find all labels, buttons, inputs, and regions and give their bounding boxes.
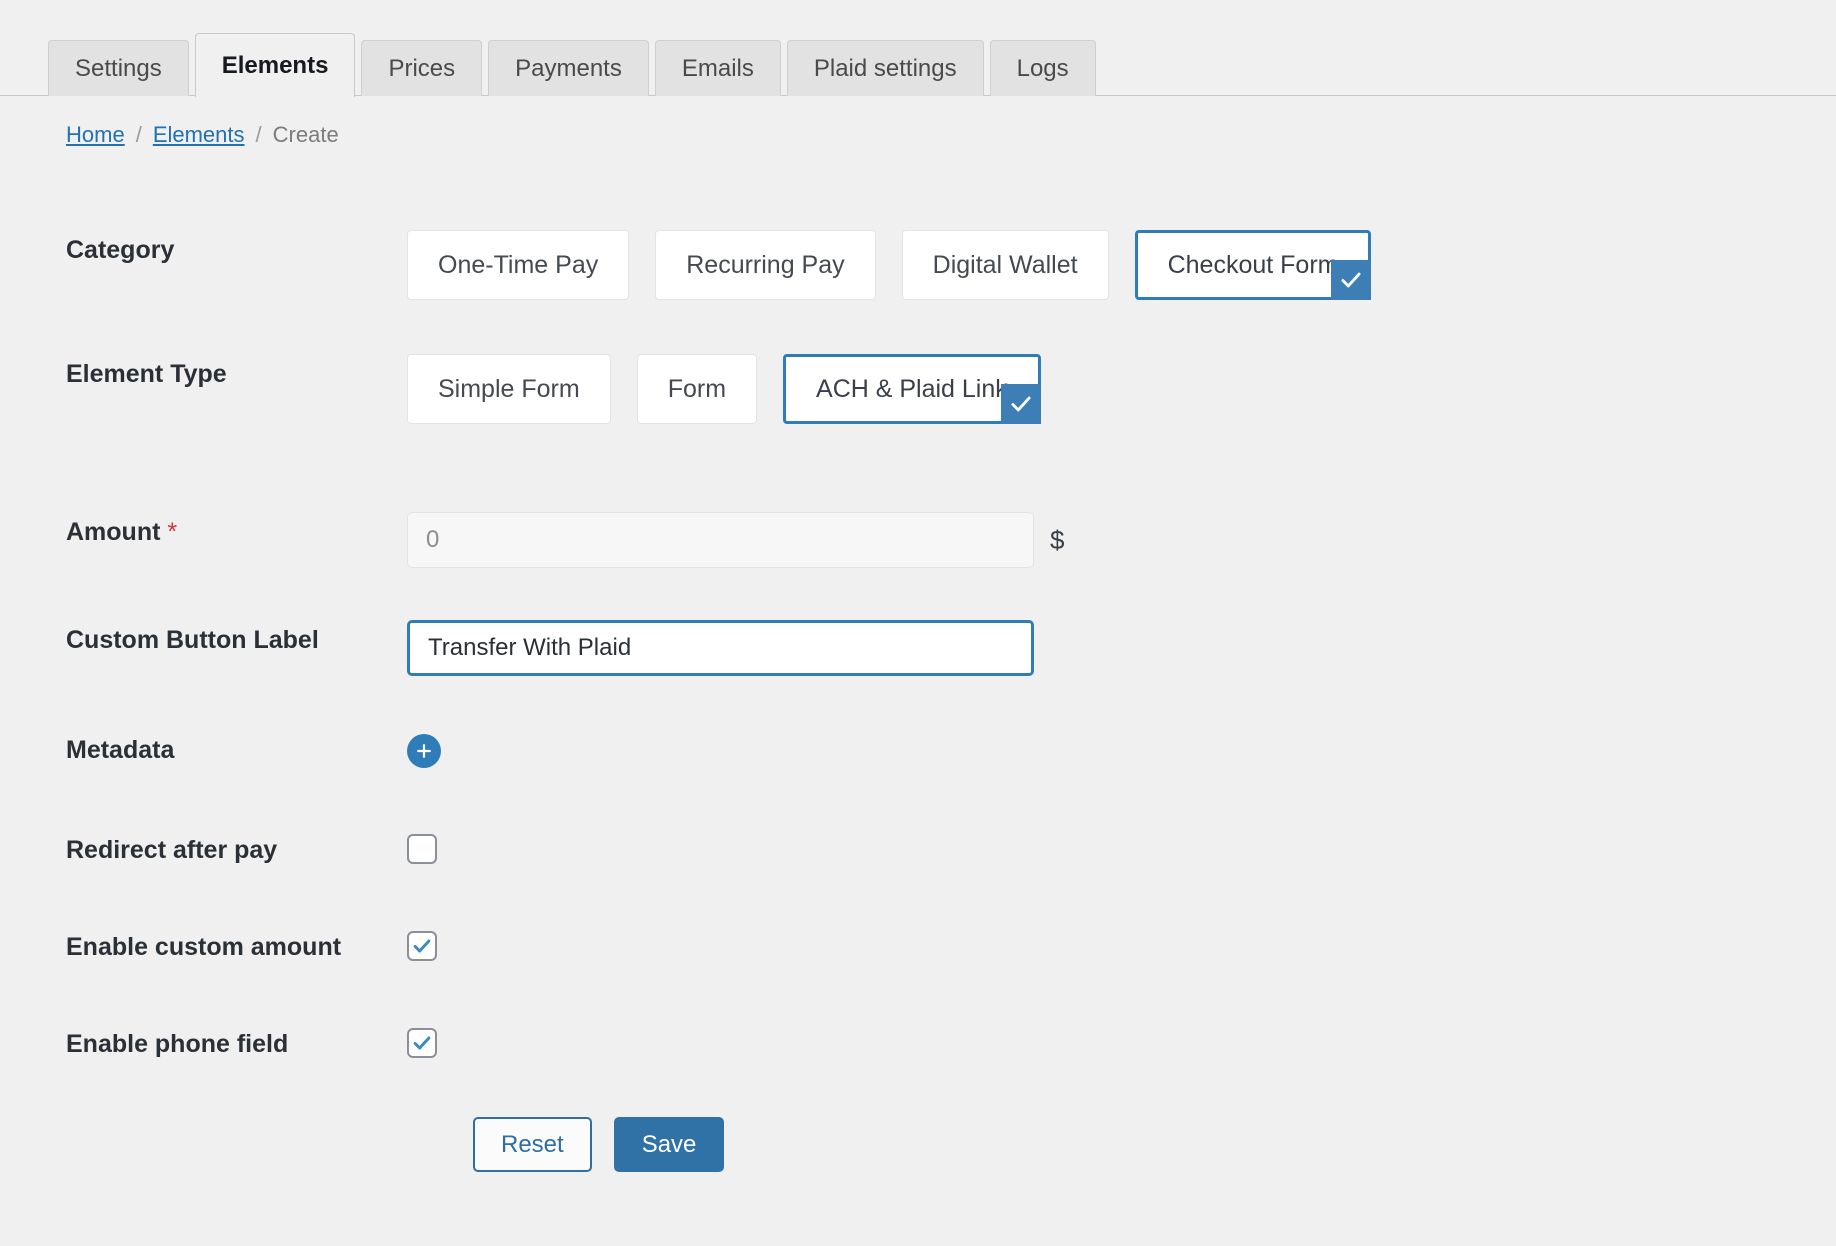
breadcrumb: Home / Elements / Create [0,96,1836,148]
tab-bar: Settings Elements Prices Payments Emails… [0,0,1836,97]
tab-label: Emails [681,54,754,82]
label-enable-phone-field: Enable phone field [66,1030,289,1058]
breadcrumb-separator: / [135,122,142,147]
element-type-options: Simple Form Form ACH & Plaid Link [407,354,1836,424]
choice-label: Checkout Form [1167,250,1339,279]
label-metadata: Metadata [66,736,175,764]
field-row-metadata: Metadata [66,730,1836,768]
field-row-enable-phone-field: Enable phone field [66,1024,1836,1059]
label-enable-custom-amount: Enable custom amount [66,933,342,961]
metadata-add-button[interactable] [407,734,441,768]
label-amount: Amount * [66,512,407,547]
tab-label: Prices [388,54,456,82]
category-option-checkout-form[interactable]: Checkout Form [1134,230,1372,300]
breadcrumb-link-elements[interactable]: Elements [153,122,245,148]
category-option-recurring-pay[interactable]: Recurring Pay [655,230,876,300]
currency-symbol: $ [1050,524,1065,555]
element-type-option-simple-form[interactable]: Simple Form [407,354,611,424]
tab-label: Settings [75,54,162,82]
label-redirect-after-pay: Redirect after pay [66,836,278,864]
tab-elements[interactable]: Elements [194,33,356,97]
field-row-amount: Amount * $ [66,512,1836,568]
checkmark-icon [1000,384,1041,424]
plus-icon [415,742,433,760]
choice-label: ACH & Plaid Link [816,374,1008,403]
tab-emails[interactable]: Emails [654,40,781,96]
choice-label: Recurring Pay [686,250,845,279]
category-option-digital-wallet[interactable]: Digital Wallet [901,230,1109,300]
choice-label: Digital Wallet [932,250,1078,279]
tab-label: Elements [221,51,329,79]
field-row-element-type: Element Type Simple Form Form ACH & Plai… [66,354,1836,424]
required-marker: * [167,518,178,546]
enable-custom-amount-checkbox[interactable] [407,931,437,961]
checkmark-icon [411,935,433,957]
checkmark-icon [1331,260,1372,300]
label-amount-text: Amount [66,518,161,546]
save-button[interactable]: Save [613,1117,725,1172]
label-custom-button-label: Custom Button Label [66,626,319,654]
checkmark-icon [411,1032,433,1054]
form-actions: Reset Save [66,1117,1836,1172]
custom-button-label-input[interactable] [407,620,1034,676]
field-row-category: Category One-Time Pay Recurring Pay Digi… [66,230,1836,300]
field-row-enable-custom-amount: Enable custom amount [66,927,1836,962]
category-option-one-time-pay[interactable]: One-Time Pay [407,230,630,300]
field-row-redirect-after-pay: Redirect after pay [66,830,1836,865]
element-type-option-form[interactable]: Form [636,354,758,424]
amount-input[interactable] [407,512,1034,568]
breadcrumb-link-home[interactable]: Home [66,122,125,148]
redirect-after-pay-checkbox[interactable] [407,834,437,864]
tab-label: Logs [1016,54,1069,82]
choice-label: Form [667,374,727,403]
label-category: Category [66,236,175,264]
breadcrumb-current: Create [272,122,339,147]
category-options: One-Time Pay Recurring Pay Digital Walle… [407,230,1836,300]
tab-logs[interactable]: Logs [989,40,1096,96]
enable-phone-field-checkbox[interactable] [407,1028,437,1058]
choice-label: One-Time Pay [438,250,599,279]
element-create-form: Category One-Time Pay Recurring Pay Digi… [0,148,1836,1172]
element-type-option-ach-plaid-link[interactable]: ACH & Plaid Link [783,354,1041,424]
tab-label: Plaid settings [813,54,957,82]
choice-label: Simple Form [438,374,580,403]
tab-plaid-settings[interactable]: Plaid settings [786,40,984,96]
tab-label: Payments [515,54,622,82]
tab-prices[interactable]: Prices [361,40,483,96]
tab-settings[interactable]: Settings [48,40,189,96]
label-element-type: Element Type [66,360,227,388]
tab-payments[interactable]: Payments [488,40,649,96]
reset-button[interactable]: Reset [473,1117,592,1172]
field-row-custom-button-label: Custom Button Label [66,620,1836,676]
breadcrumb-separator: / [255,122,262,147]
